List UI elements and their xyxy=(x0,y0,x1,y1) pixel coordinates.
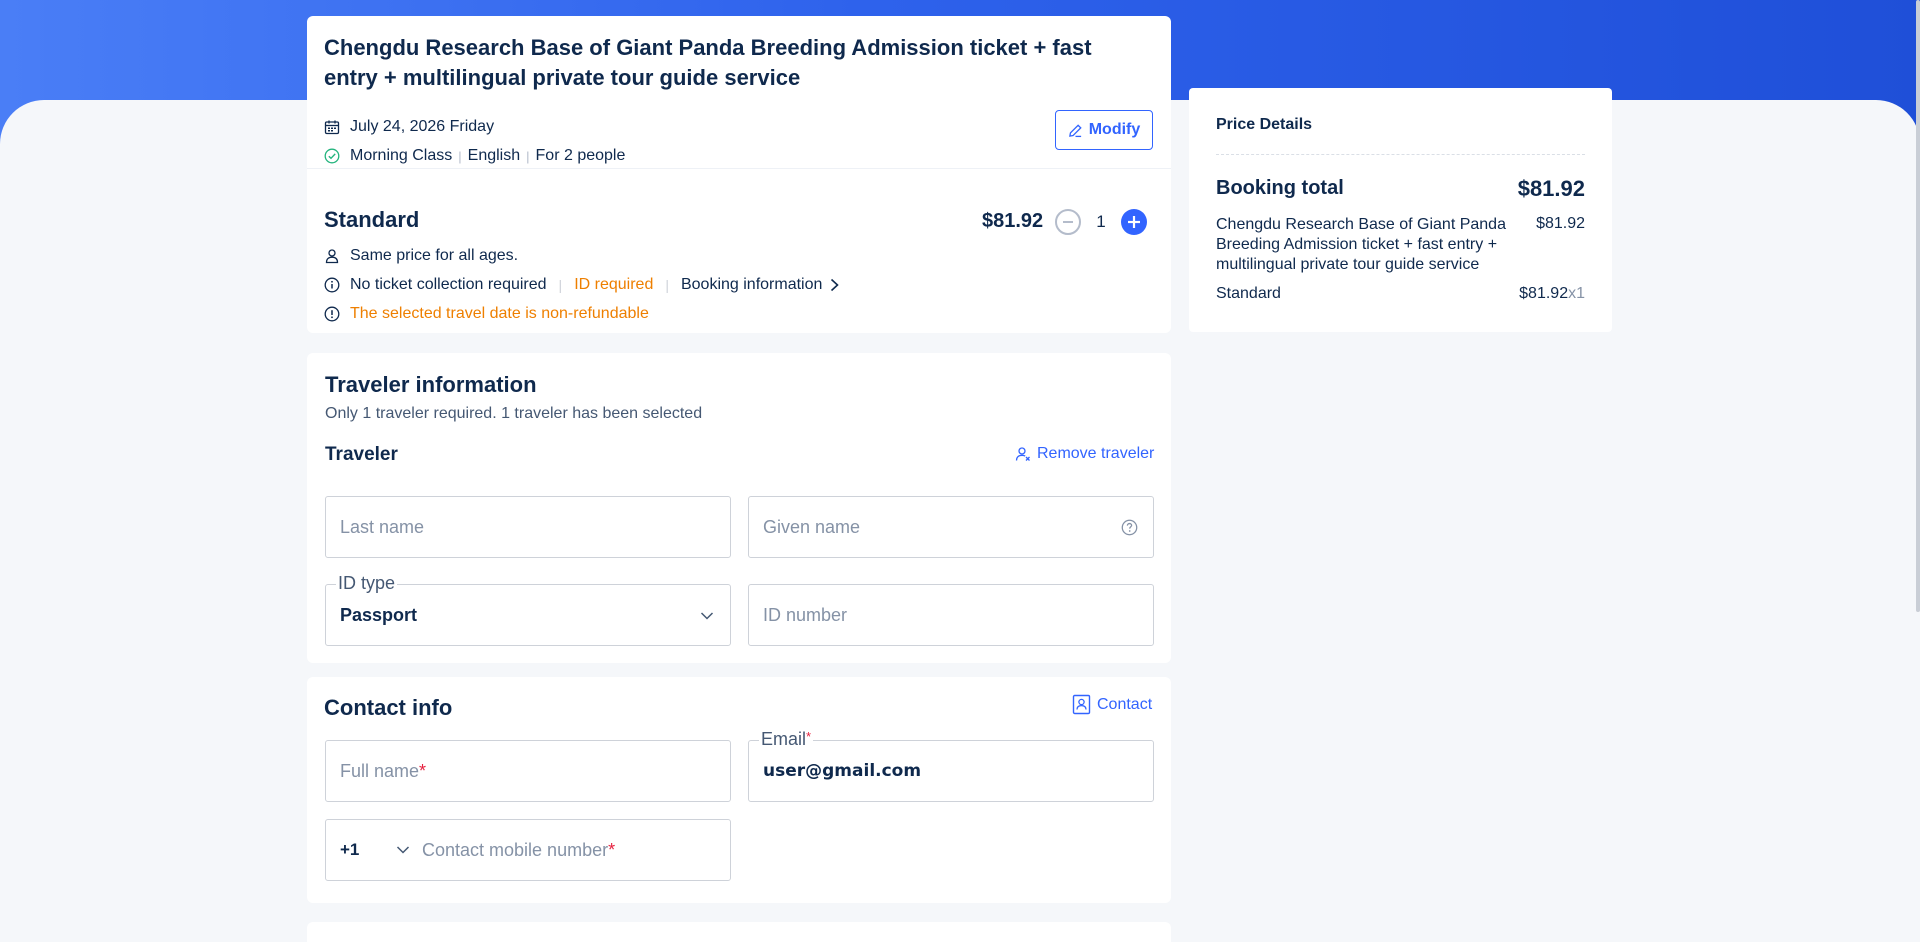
last-name-placeholder: Last name xyxy=(340,517,425,537)
warning-icon xyxy=(324,306,340,322)
given-name-field[interactable]: Given name xyxy=(748,496,1154,558)
remove-person-icon xyxy=(1015,447,1030,461)
refund-note: The selected travel date is non-refundab… xyxy=(350,305,649,322)
required-mark: * xyxy=(419,761,427,781)
separator: | xyxy=(526,148,530,164)
price-line-multiplier: x1 xyxy=(1568,285,1585,302)
given-name-placeholder: Given name xyxy=(763,517,861,537)
divider xyxy=(1216,154,1585,155)
email-field[interactable]: Email* user@gmail.com xyxy=(748,729,1154,802)
price-details-title: Price Details xyxy=(1216,116,1313,133)
age-note: Same price for all ages. xyxy=(350,247,519,264)
full-name-field[interactable]: Full name* xyxy=(325,740,731,802)
traveler-section-title: Traveler information xyxy=(325,372,537,397)
decrease-quantity-button[interactable] xyxy=(1055,209,1081,235)
separator: | xyxy=(558,277,563,293)
quantity-stepper: 1 xyxy=(1055,209,1147,235)
collection-note: No ticket collection required xyxy=(350,276,547,293)
chevron-right-icon[interactable] xyxy=(830,278,840,292)
modify-button[interactable]: Modify xyxy=(1055,110,1153,150)
booking-information-link[interactable]: Booking information xyxy=(681,276,822,294)
product-card: Chengdu Research Base of Giant Panda Bre… xyxy=(307,16,1171,333)
traveler-card: Traveler information Only 1 traveler req… xyxy=(307,353,1171,663)
id-type-select[interactable]: ID type Passport xyxy=(325,573,731,646)
calendar-icon xyxy=(324,119,340,135)
divider xyxy=(307,168,1171,169)
plus-icon xyxy=(1128,216,1140,228)
package-name: Standard xyxy=(324,207,420,232)
package-price: $81.92 xyxy=(982,210,1044,232)
booking-total-value: $81.92 xyxy=(1517,176,1585,201)
full-name-placeholder: Full name* xyxy=(340,761,427,781)
separator: | xyxy=(665,277,669,293)
price-details-card: Price Details Booking total $81.92 Cheng… xyxy=(1189,88,1612,332)
price-item-name: Chengdu Research Base of Giant Panda Bre… xyxy=(1216,216,1506,273)
traveler-section-subtitle: Only 1 traveler required. 1 traveler has… xyxy=(325,405,703,422)
chevron-down-icon xyxy=(700,612,714,620)
email-value: user@gmail.com xyxy=(763,761,922,781)
remove-traveler-link[interactable]: Remove traveler xyxy=(1015,445,1154,463)
separator: | xyxy=(458,148,462,164)
increase-quantity-button[interactable] xyxy=(1121,209,1147,235)
check-circle-icon xyxy=(324,148,340,164)
modify-label: Modify xyxy=(1088,121,1141,138)
product-title: Chengdu Research Base of Giant Panda Bre… xyxy=(324,35,1092,90)
required-mark: * xyxy=(608,840,616,860)
help-icon[interactable] xyxy=(1121,519,1138,536)
contact-book-icon xyxy=(1072,694,1091,715)
info-icon xyxy=(324,277,340,293)
chevron-down-icon[interactable] xyxy=(396,843,410,857)
language-label: English xyxy=(467,147,521,164)
minus-icon xyxy=(1063,221,1073,223)
booking-total-label: Booking total xyxy=(1216,177,1344,199)
contact-book-link[interactable]: Contact xyxy=(1072,694,1152,715)
edit-icon xyxy=(1068,123,1082,137)
last-name-field[interactable]: Last name xyxy=(325,496,731,558)
contact-section-title: Contact info xyxy=(324,695,453,720)
contact-link-label: Contact xyxy=(1097,695,1153,713)
id-type-value: Passport xyxy=(340,605,418,625)
travel-date: July 24, 2026 Friday xyxy=(350,118,495,135)
session-row: Morning Class | English | For 2 people xyxy=(324,147,625,165)
mobile-field[interactable]: +1 Contact mobile number* xyxy=(325,819,731,881)
price-line-value: $81.92x1 xyxy=(1519,285,1585,302)
id-type-label: ID type xyxy=(336,573,398,594)
id-required-note: ID required xyxy=(574,276,654,293)
date-row: July 24, 2026 Friday xyxy=(324,118,494,136)
mobile-placeholder: Contact mobile number* xyxy=(422,840,616,860)
id-number-placeholder: ID number xyxy=(763,605,848,625)
refund-note-row: The selected travel date is non-refundab… xyxy=(324,305,649,323)
session-label: Morning Class xyxy=(350,147,453,164)
email-label: Email* xyxy=(759,729,814,750)
person-icon xyxy=(324,248,340,264)
country-code-select[interactable]: +1 xyxy=(340,840,359,860)
traveler-label: Traveler xyxy=(325,444,398,465)
price-item-value: $81.92 xyxy=(1536,215,1585,232)
age-note-row: Same price for all ages. xyxy=(324,247,518,265)
page-scrollbar[interactable] xyxy=(1916,0,1920,612)
next-section-card xyxy=(307,922,1171,942)
quantity-value: 1 xyxy=(1096,212,1106,231)
price-line-name: Standard xyxy=(1216,285,1281,302)
id-number-field[interactable]: ID number xyxy=(748,584,1154,646)
required-mark: * xyxy=(806,729,812,744)
contact-card: Contact info Contact Full name* Email* u… xyxy=(307,677,1171,903)
ticket-info-row: No ticket collection required | ID requi… xyxy=(324,276,840,294)
party-size-label: For 2 people xyxy=(535,147,626,164)
remove-traveler-label: Remove traveler xyxy=(1037,445,1155,462)
